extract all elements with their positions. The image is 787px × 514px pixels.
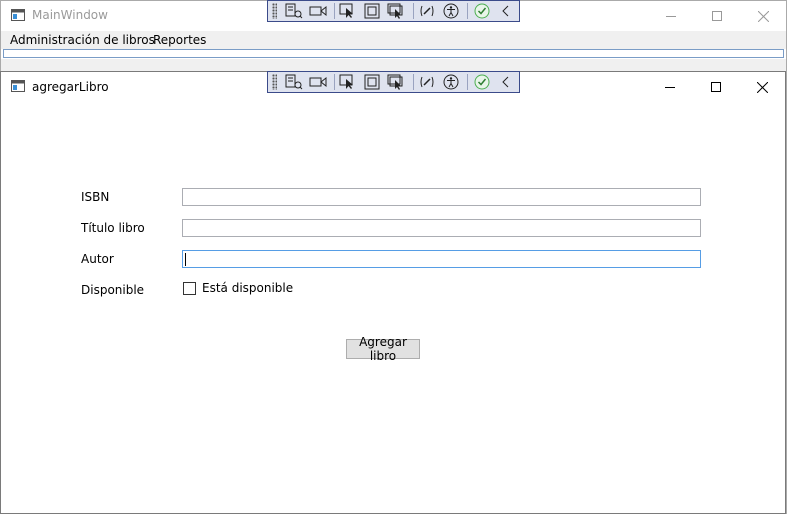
author-label: Autor [81, 252, 114, 266]
minimize-icon [666, 16, 676, 17]
toolbar-separator [334, 3, 335, 19]
maximize-button[interactable] [694, 1, 740, 31]
add-book-button[interactable]: Agregar libro [346, 335, 420, 363]
toolbar-grip-icon[interactable] [272, 3, 278, 19]
wpf-debug-toolbar-child [267, 71, 520, 93]
display-layout-adorners-icon[interactable] [362, 1, 383, 21]
hot-reload-ok-icon[interactable] [471, 1, 492, 21]
toolbar-separator [467, 3, 469, 19]
select-element-icon[interactable] [338, 1, 359, 21]
main-window-title: MainWindow [32, 8, 108, 22]
wpf-debug-toolbar-main [267, 0, 520, 22]
go-to-live-visual-tree-icon[interactable] [283, 72, 304, 92]
minimize-button[interactable] [648, 1, 694, 31]
main-content-band [1, 59, 786, 71]
binding-failures-icon[interactable] [417, 1, 438, 21]
maximize-icon [711, 82, 721, 92]
minimize-icon [665, 87, 675, 88]
record-icon[interactable] [307, 72, 328, 92]
maximize-icon [712, 11, 722, 21]
main-content-frame [3, 49, 784, 58]
main-menubar: Administración de libros Reportes [1, 31, 786, 49]
close-icon [757, 10, 769, 22]
toolbar-separator [467, 74, 469, 90]
accessibility-icon[interactable] [440, 72, 461, 92]
minimize-button[interactable] [647, 72, 693, 102]
author-input[interactable] [182, 250, 701, 268]
title-label: Título libro [81, 221, 145, 235]
close-button[interactable] [740, 1, 786, 31]
toolbar-separator [412, 74, 414, 90]
display-layout-adorners-icon[interactable] [362, 72, 383, 92]
isbn-input[interactable] [182, 188, 701, 206]
app-window-icon [11, 80, 25, 95]
accessibility-icon[interactable] [440, 1, 461, 21]
close-icon [756, 81, 768, 93]
collapse-icon[interactable] [495, 1, 516, 21]
available-checkbox[interactable] [183, 282, 196, 295]
menu-administracion-libros[interactable]: Administración de libros [10, 33, 155, 47]
child-window-title: agregarLibro [32, 80, 109, 94]
toolbar-separator [334, 74, 335, 90]
available-checkbox-label[interactable]: Está disponible [202, 281, 293, 295]
available-label: Disponible [81, 283, 145, 297]
record-icon[interactable] [307, 1, 328, 21]
text-caret [185, 253, 186, 266]
app-window-icon [11, 9, 25, 24]
menu-reportes[interactable]: Reportes [153, 33, 206, 47]
toolbar-separator [412, 3, 414, 19]
maximize-button[interactable] [693, 72, 739, 102]
hot-reload-ok-icon[interactable] [471, 72, 492, 92]
binding-failures-icon[interactable] [417, 72, 438, 92]
agregar-libro-window: agregarLibro ISBN Título libro Autor Dis… [0, 71, 786, 514]
isbn-label: ISBN [81, 190, 110, 204]
track-focus-icon[interactable] [386, 1, 407, 21]
toolbar-grip-icon[interactable] [272, 74, 278, 90]
go-to-live-visual-tree-icon[interactable] [283, 1, 304, 21]
close-button[interactable] [739, 72, 785, 102]
collapse-icon[interactable] [495, 72, 516, 92]
title-input[interactable] [182, 219, 701, 237]
select-element-icon[interactable] [338, 72, 359, 92]
track-focus-icon[interactable] [386, 72, 407, 92]
